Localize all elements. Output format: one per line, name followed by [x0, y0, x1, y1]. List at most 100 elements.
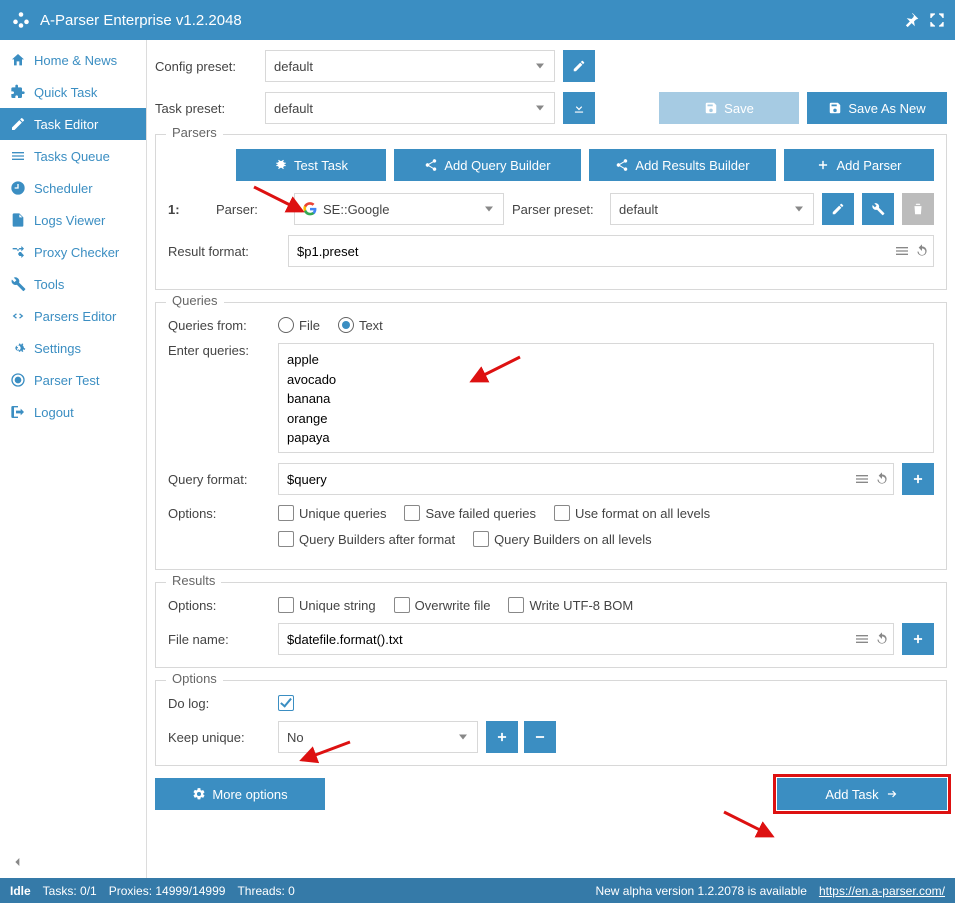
use-format-all-levels-checkbox[interactable]: Use format on all levels — [554, 505, 710, 521]
pin-icon[interactable] — [903, 12, 919, 28]
add-results-builder-button[interactable]: Add Results Builder — [589, 149, 776, 181]
statusbar: Idle Tasks: 0/1 Proxies: 14999/14999 Thr… — [0, 878, 955, 903]
utf8-bom-checkbox[interactable]: Write UTF-8 BOM — [508, 597, 633, 613]
sidebar-item-label: Tasks Queue — [34, 149, 110, 164]
task-preset-select[interactable]: default — [265, 92, 555, 124]
sidebar-collapse-icon[interactable] — [10, 854, 26, 870]
sidebar-item-task-editor[interactable]: Task Editor — [0, 108, 146, 140]
target-icon — [10, 372, 26, 388]
app-logo-icon — [10, 9, 32, 31]
add-task-button[interactable]: Add Task — [777, 778, 947, 810]
qb-after-format-checkbox[interactable]: Query Builders after format — [278, 531, 455, 547]
reset-icon[interactable] — [914, 243, 930, 259]
options-legend: Options — [166, 671, 223, 686]
options-fieldset: Options Do log: Keep unique: No — [155, 680, 947, 766]
save-as-new-button[interactable]: Save As New — [807, 92, 947, 124]
sidebar-item-tools[interactable]: Tools — [0, 268, 146, 300]
parser-delete-button[interactable] — [902, 193, 934, 225]
sidebar-item-label: Logs Viewer — [34, 213, 105, 228]
results-fieldset: Results Options: Unique string Overwrite… — [155, 582, 947, 668]
sidebar-item-label: Parser Test — [34, 373, 100, 388]
sidebar-item-label: Home & News — [34, 53, 117, 68]
save-failed-checkbox[interactable]: Save failed queries — [404, 505, 536, 521]
list-icon[interactable] — [854, 471, 870, 487]
save-button[interactable]: Save — [659, 92, 799, 124]
sidebar-item-logout[interactable]: Logout — [0, 396, 146, 428]
sidebar-item-quick-task[interactable]: Quick Task — [0, 76, 146, 108]
config-preset-select[interactable]: default — [265, 50, 555, 82]
list-icon[interactable] — [854, 631, 870, 647]
status-idle: Idle — [10, 884, 31, 898]
filename-input[interactable] — [278, 623, 894, 655]
sidebar-item-logs-viewer[interactable]: Logs Viewer — [0, 204, 146, 236]
sidebar-item-label: Task Editor — [34, 117, 98, 132]
queries-from-file-radio[interactable]: File — [278, 317, 320, 333]
keep-unique-select[interactable]: No — [278, 721, 478, 753]
parser-preset-select[interactable]: default — [610, 193, 814, 225]
parser-label: Parser: — [216, 202, 286, 217]
parser-settings-button[interactable] — [862, 193, 894, 225]
unique-string-checkbox[interactable]: Unique string — [278, 597, 376, 613]
status-threads: Threads: 0 — [237, 884, 294, 898]
status-alpha: New alpha version 1.2.2078 is available — [595, 884, 806, 898]
keep-unique-minus-button[interactable] — [524, 721, 556, 753]
queries-textarea[interactable] — [278, 343, 934, 453]
queries-fieldset: Queries Queries from: File Text Enter qu… — [155, 302, 947, 570]
content: Config preset: default Task preset: defa… — [147, 40, 955, 878]
app-title: A-Parser Enterprise v1.2.2048 — [40, 12, 893, 29]
unique-queries-checkbox[interactable]: Unique queries — [278, 505, 386, 521]
query-options-label: Options: — [168, 506, 278, 521]
more-options-button[interactable]: More options — [155, 778, 325, 810]
status-proxies: Proxies: 14999/14999 — [109, 884, 226, 898]
config-preset-edit-button[interactable] — [563, 50, 595, 82]
parser-preset-label: Parser preset: — [512, 202, 602, 217]
logout-icon — [10, 404, 26, 420]
task-preset-label: Task preset: — [155, 101, 265, 116]
status-url-link[interactable]: https://en.a-parser.com/ — [819, 884, 945, 898]
query-format-add-button[interactable] — [902, 463, 934, 495]
parser-select[interactable]: SE::Google — [294, 193, 504, 225]
task-preset-download-button[interactable] — [563, 92, 595, 124]
sidebar-item-settings[interactable]: Settings — [0, 332, 146, 364]
fullscreen-icon[interactable] — [929, 12, 945, 28]
sidebar-item-label: Tools — [34, 277, 64, 292]
overwrite-file-checkbox[interactable]: Overwrite file — [394, 597, 491, 613]
filename-add-button[interactable] — [902, 623, 934, 655]
google-icon — [303, 202, 317, 216]
gears-icon — [10, 340, 26, 356]
result-format-label: Result format: — [168, 244, 288, 259]
sidebar-item-scheduler[interactable]: Scheduler — [0, 172, 146, 204]
add-parser-button[interactable]: Add Parser — [784, 149, 934, 181]
sidebar-item-parsers-editor[interactable]: Parsers Editor — [0, 300, 146, 332]
queries-from-text-radio[interactable]: Text — [338, 317, 383, 333]
do-log-checkbox[interactable] — [278, 695, 294, 711]
query-format-input[interactable] — [278, 463, 894, 495]
config-preset-label: Config preset: — [155, 59, 265, 74]
reset-icon[interactable] — [874, 631, 890, 647]
home-icon — [10, 52, 26, 68]
annotation-arrow — [722, 810, 777, 840]
parser-edit-button[interactable] — [822, 193, 854, 225]
sidebar-item-label: Proxy Checker — [34, 245, 119, 260]
queries-from-label: Queries from: — [168, 318, 278, 333]
sidebar-item-parser-test[interactable]: Parser Test — [0, 364, 146, 396]
sidebar-item-proxy-checker[interactable]: Proxy Checker — [0, 236, 146, 268]
test-task-button[interactable]: Test Task — [236, 149, 386, 181]
sidebar-item-tasks-queue[interactable]: Tasks Queue — [0, 140, 146, 172]
results-legend: Results — [166, 573, 221, 588]
file-icon — [10, 212, 26, 228]
result-format-input[interactable] — [288, 235, 934, 267]
shuffle-icon — [10, 244, 26, 260]
titlebar: A-Parser Enterprise v1.2.2048 — [0, 0, 955, 40]
pencil-icon — [10, 116, 26, 132]
sidebar-item-home-news[interactable]: Home & News — [0, 44, 146, 76]
list-icon[interactable] — [894, 243, 910, 259]
list-icon — [10, 148, 26, 164]
sidebar: Home & News Quick Task Task Editor Tasks Qu… — [0, 40, 147, 878]
qb-all-levels-checkbox[interactable]: Query Builders on all levels — [473, 531, 652, 547]
keep-unique-label: Keep unique: — [168, 730, 278, 745]
reset-icon[interactable] — [874, 471, 890, 487]
add-query-builder-button[interactable]: Add Query Builder — [394, 149, 581, 181]
sidebar-item-label: Quick Task — [34, 85, 97, 100]
keep-unique-plus-button[interactable] — [486, 721, 518, 753]
